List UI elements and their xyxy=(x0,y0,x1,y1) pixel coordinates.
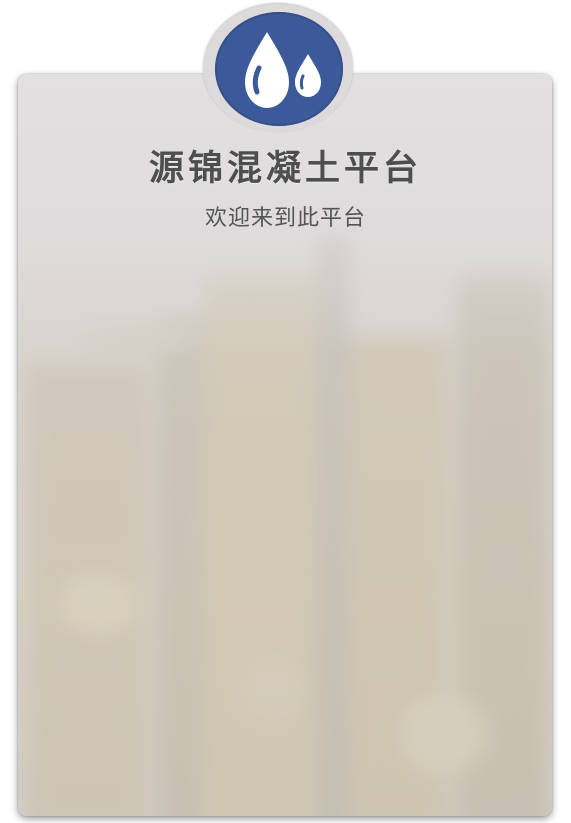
app-title: 源锦混凝土平台 xyxy=(148,149,422,189)
welcome-subtitle: 欢迎来到此平台 xyxy=(204,206,366,231)
logo-badge xyxy=(215,12,343,126)
water-drops-icon xyxy=(245,32,321,108)
welcome-screen: 源锦混凝土平台 欢迎来到此平台 xyxy=(0,0,571,823)
